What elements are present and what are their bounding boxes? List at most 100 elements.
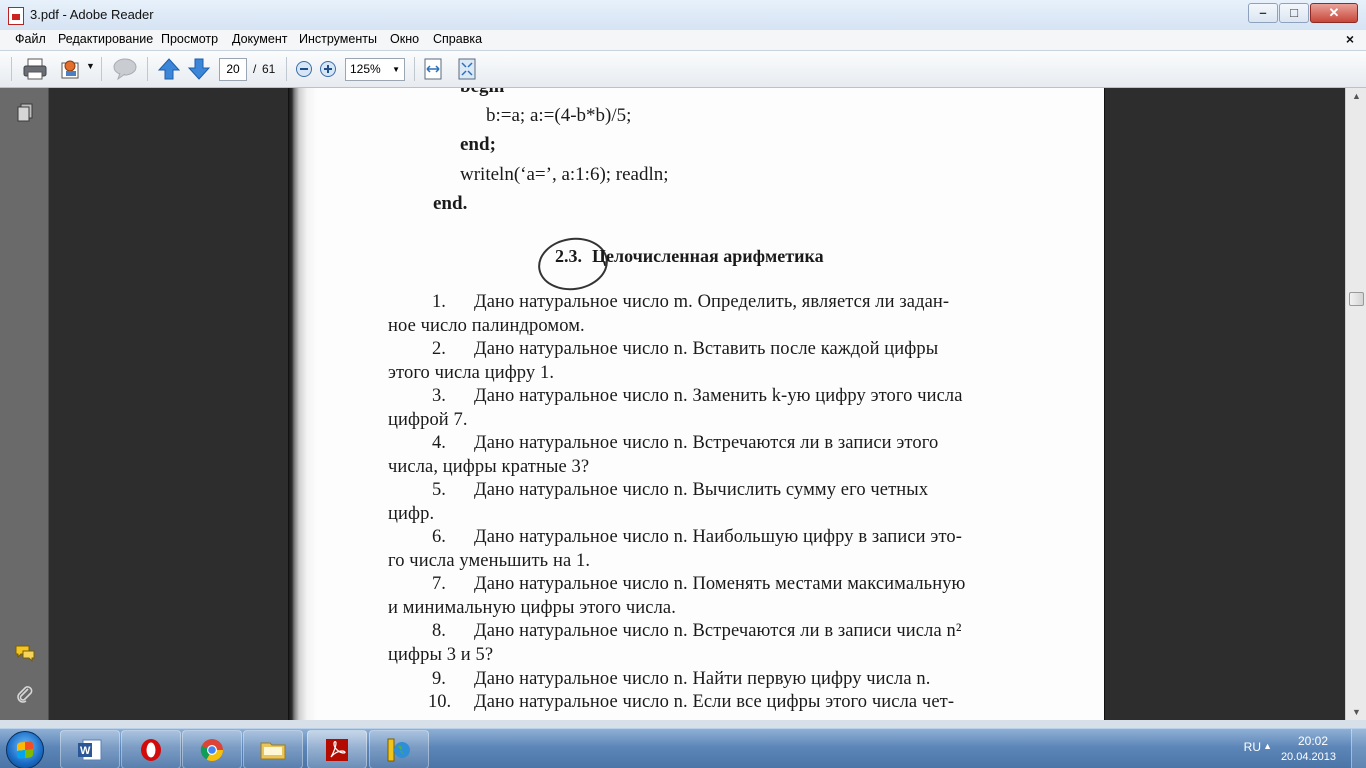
fit-width-icon[interactable]	[422, 57, 444, 81]
task-line: Дано натуральное число n. Вставить после…	[474, 339, 939, 359]
navigation-panel	[0, 88, 49, 720]
vertical-scrollbar[interactable]: ▲ ▼	[1345, 88, 1366, 720]
page-number-input[interactable]: 20	[219, 58, 247, 81]
title-bar: 3.pdf - Adobe Reader – □ ✕	[0, 0, 1366, 31]
print-icon[interactable]	[22, 57, 48, 81]
toolbar-grip	[11, 57, 12, 81]
window-title: 3.pdf - Adobe Reader	[30, 7, 154, 22]
opera-icon	[141, 739, 161, 761]
fit-page-icon[interactable]	[456, 57, 478, 81]
toolbar-separator	[286, 57, 287, 81]
document-viewport[interactable]: begin b:=a; a:=(4-b*b)/5; end; writeln(‘…	[49, 88, 1345, 720]
menu-file[interactable]: Файл	[15, 32, 46, 46]
taskbar-app-word[interactable]: W	[60, 730, 120, 768]
show-hidden-icons-icon[interactable]: ▲	[1263, 741, 1272, 751]
task-line: ное число палиндромом.	[388, 316, 585, 336]
task-number: 2.	[432, 339, 446, 359]
show-desktop-button[interactable]	[1351, 729, 1366, 768]
explorer-icon	[260, 742, 286, 760]
menu-edit[interactable]: Редактирование	[58, 32, 153, 46]
menu-bar: Файл Редактирование Просмотр Документ Ин…	[0, 30, 1366, 51]
toolbar-separator	[147, 57, 148, 81]
scan-edge	[289, 88, 317, 720]
taskbar: W RU ▲ 20:02 20.04.2013	[0, 728, 1366, 768]
minimize-button[interactable]: –	[1248, 3, 1278, 23]
code-line: writeln(‘a=’, a:1:6); readln;	[460, 164, 669, 185]
taskbar-app-adobe-reader[interactable]	[307, 730, 367, 768]
chrome-icon	[200, 739, 223, 761]
menu-view[interactable]: Просмотр	[161, 32, 218, 46]
minimize-icon: –	[1259, 5, 1267, 20]
task-line: числа, цифры кратные 3?	[388, 457, 590, 477]
menu-window[interactable]: Окно	[390, 32, 419, 46]
menu-document[interactable]: Документ	[232, 32, 287, 46]
task-number: 10.	[428, 692, 452, 712]
scroll-thumb[interactable]	[1349, 292, 1364, 306]
taskbar-app-globe[interactable]	[369, 730, 429, 768]
task-line: Дано натуральное число n. Наибольшую циф…	[474, 527, 962, 547]
task-number: 4.	[432, 433, 446, 453]
zoom-select[interactable]: 125% ▼	[345, 58, 405, 81]
zoom-out-icon[interactable]	[295, 60, 313, 78]
previous-page-icon[interactable]	[157, 57, 181, 81]
task-line: этого числа цифру 1.	[388, 363, 555, 383]
task-line: Дано натуральное число n. Встречаются ли…	[474, 433, 939, 453]
section-title: Целочисленная арифметика	[592, 246, 824, 266]
maximize-button[interactable]: □	[1279, 3, 1309, 23]
comments-panel-icon[interactable]	[15, 643, 35, 663]
section-number: 2.3.	[555, 246, 582, 266]
task-number: 8.	[432, 621, 446, 641]
task-line: и минимальную цифры этого числа.	[388, 598, 676, 618]
scroll-up-icon[interactable]: ▲	[1346, 88, 1366, 104]
task-line: Дано натуральное число n. Вычислить сумм…	[474, 480, 929, 500]
clock-date[interactable]: 20.04.2013	[1281, 751, 1336, 763]
globe-app-icon	[387, 738, 410, 762]
task-line: Дано натуральное число n. Встречаются ли…	[474, 621, 962, 641]
restore-icon: □	[1290, 5, 1298, 20]
pdf-page: begin b:=a; a:=(4-b*b)/5; end; writeln(‘…	[289, 88, 1104, 720]
code-line: begin	[460, 88, 504, 98]
task-line: Дано натуральное число n. Найти первую ц…	[474, 669, 931, 689]
window-controls: – □ ✕	[1247, 3, 1358, 23]
pages-panel-icon[interactable]	[15, 102, 35, 122]
task-line: цифры 3 и 5?	[388, 645, 494, 665]
taskbar-app-opera[interactable]	[121, 730, 181, 768]
code-line: end.	[433, 193, 468, 214]
task-number: 5.	[432, 480, 446, 500]
adobe-reader-icon	[326, 739, 348, 761]
menu-tools[interactable]: Инструменты	[299, 32, 377, 46]
language-indicator[interactable]: RU	[1244, 740, 1261, 754]
menu-help[interactable]: Справка	[433, 32, 482, 46]
task-line: Дано натуральное число n. Поменять места…	[474, 574, 966, 594]
toolbar-separator	[101, 57, 102, 81]
task-number: 1.	[432, 292, 446, 312]
word-icon: W	[78, 739, 102, 761]
close-icon: ✕	[1328, 5, 1340, 20]
start-button[interactable]	[6, 731, 44, 768]
page-separator: /	[253, 62, 257, 76]
scroll-down-icon[interactable]: ▼	[1346, 704, 1366, 720]
chevron-down-icon: ▼	[392, 65, 400, 74]
taskbar-app-chrome[interactable]	[182, 730, 242, 768]
pdf-app-icon	[8, 7, 24, 25]
clock-time[interactable]: 20:02	[1298, 734, 1328, 748]
task-line: Дано натуральное число n. Заменить k-ую …	[474, 386, 963, 406]
close-document-icon[interactable]: ×	[1346, 31, 1354, 47]
attachment-icon[interactable]	[15, 684, 35, 704]
close-button[interactable]: ✕	[1310, 3, 1358, 23]
task-number: 6.	[432, 527, 446, 547]
task-line: цифрой 7.	[388, 410, 468, 430]
share-icon[interactable]	[58, 57, 84, 81]
code-line: b:=a; a:=(4-b*b)/5;	[486, 105, 632, 126]
task-line: го числа уменьшить на 1.	[388, 551, 591, 571]
comment-icon	[113, 58, 137, 81]
taskbar-app-explorer[interactable]	[243, 730, 303, 768]
code-line: end;	[460, 134, 496, 155]
zoom-value: 125%	[350, 62, 381, 76]
toolbar-separator	[414, 57, 415, 81]
task-line: Дано натуральное число n. Если все цифры…	[474, 692, 955, 712]
zoom-in-icon[interactable]	[319, 60, 337, 78]
next-page-icon[interactable]	[187, 57, 211, 81]
share-dropdown-icon[interactable]: ▼	[86, 61, 95, 71]
task-number: 7.	[432, 574, 446, 594]
